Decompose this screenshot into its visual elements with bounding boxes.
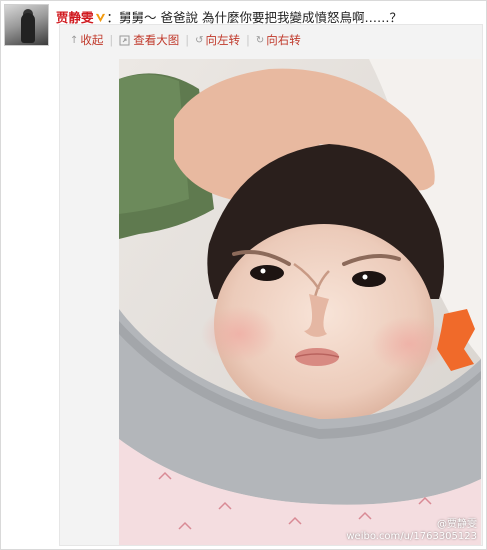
- collapse-arrow-icon: ↑: [70, 34, 79, 46]
- toolbar-divider: |: [246, 33, 250, 47]
- rotate-left-icon: ↺: [195, 34, 204, 46]
- media-toolbar: ↑ 收起 | 查看大图 | ↺ 向左转 | ↻ 向右转: [70, 31, 301, 49]
- rotate-left-label: 向左转: [205, 33, 241, 47]
- toolbar-divider: |: [109, 33, 114, 47]
- watermark-url: weibo.com/u/1763305123: [346, 531, 477, 542]
- post-photo[interactable]: @贾静雯 weibo.com/u/1763305123: [119, 59, 481, 545]
- rotate-right-label: 向右转: [266, 33, 301, 47]
- media-card: ↑ 收起 | 查看大图 | ↺ 向左转 | ↻ 向右转 @贾静雯 weibo.c…: [59, 24, 483, 546]
- photo-watermark: @贾静雯 weibo.com/u/1763305123: [346, 519, 477, 543]
- post-text: ：舅舅～ 爸爸說 為什麼你要把我變成憤怒鳥啊……？: [106, 10, 402, 25]
- collapse-label: 收起: [80, 33, 104, 47]
- view-large-label: 查看大图: [133, 33, 180, 47]
- watermark-name: @贾静雯: [437, 519, 477, 530]
- rotate-right-icon: ↻: [255, 34, 265, 46]
- toolbar-divider: |: [185, 33, 190, 47]
- weibo-post: 贾静雯 ：舅舅～ 爸爸說 為什麼你要把我變成憤怒鳥啊……？ ↑ 收起 | 查看大图…: [0, 0, 487, 550]
- baby-photo-illustration: [119, 59, 481, 545]
- avatar[interactable]: [4, 4, 49, 46]
- rotate-left-button[interactable]: ↺ 向左转: [195, 32, 240, 48]
- author-name[interactable]: 贾静雯: [56, 10, 94, 25]
- avatar-figure-body: [21, 13, 35, 43]
- zoom-icon: [119, 35, 130, 45]
- verified-badge-icon: [95, 13, 105, 23]
- view-large-button[interactable]: 查看大图: [119, 32, 179, 48]
- collapse-button[interactable]: ↑ 收起: [70, 32, 103, 48]
- rotate-right-button[interactable]: ↻ 向右转: [256, 32, 301, 48]
